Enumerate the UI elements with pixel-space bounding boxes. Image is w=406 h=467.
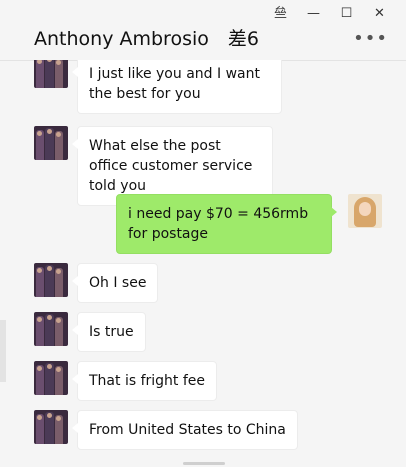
contact-avatar[interactable]	[34, 126, 68, 160]
message-bubble[interactable]: From United States to China	[72, 410, 298, 450]
contact-avatar[interactable]	[34, 361, 68, 395]
my-avatar[interactable]	[348, 194, 382, 228]
chat-window: Anthony Ambrosio 差6 ••• 亝 — ☐ ✕ I just l…	[0, 0, 406, 467]
contact-avatar[interactable]	[34, 312, 68, 346]
contact-name: Anthony Ambrosio 差6	[34, 28, 259, 50]
message-incoming: I just like you and I want the best for …	[34, 60, 282, 114]
minimize-icon[interactable]: —	[297, 6, 330, 22]
message-incoming: That is fright fee	[34, 361, 218, 401]
message-outgoing: i need pay $70 = 456rmb for postage	[116, 194, 382, 254]
message-incoming: From United States to China	[34, 410, 298, 450]
message-incoming: Oh I see	[34, 263, 159, 303]
contact-avatar[interactable]	[34, 263, 68, 297]
message-incoming: Is true	[34, 312, 146, 352]
more-options-icon[interactable]: •••	[353, 28, 388, 49]
pin-icon[interactable]: 亝	[264, 6, 297, 22]
window-controls: 亝 — ☐ ✕	[264, 6, 396, 22]
scroll-indicator[interactable]	[183, 462, 225, 465]
message-list[interactable]: I just like you and I want the best for …	[0, 60, 392, 467]
message-bubble[interactable]: Oh I see	[71, 263, 159, 303]
maximize-icon[interactable]: ☐	[330, 6, 363, 22]
message-bubble[interactable]: That is fright fee	[71, 361, 218, 401]
message-bubble[interactable]: I just like you and I want the best for …	[72, 60, 282, 114]
close-icon[interactable]: ✕	[363, 6, 396, 22]
left-panel-edge	[0, 320, 6, 382]
contact-avatar[interactable]	[34, 60, 68, 88]
contact-avatar[interactable]	[34, 410, 68, 444]
message-bubble[interactable]: i need pay $70 = 456rmb for postage	[116, 194, 337, 254]
message-bubble[interactable]: Is true	[72, 312, 146, 352]
